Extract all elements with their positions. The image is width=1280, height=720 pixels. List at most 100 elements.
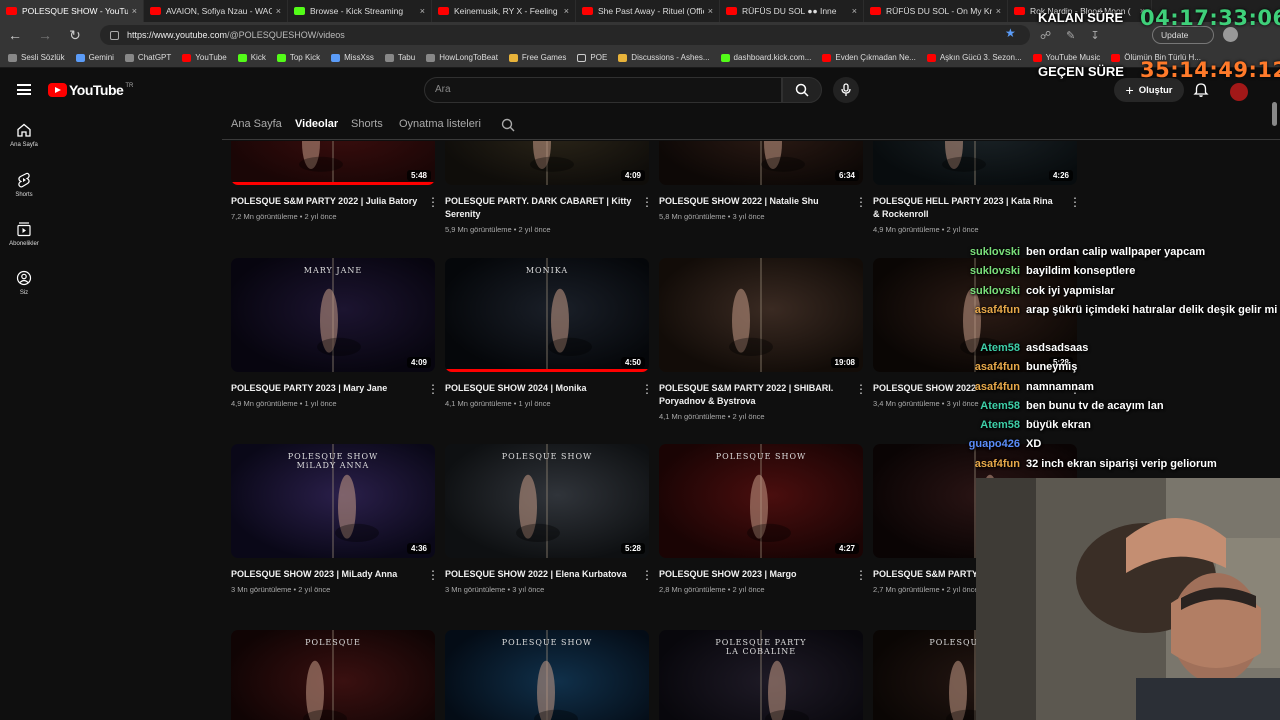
bookmark-item[interactable]: YouTube <box>182 53 227 62</box>
bookmark-favicon-icon <box>926 53 936 62</box>
video-title[interactable]: POLESQUE S&M PARTY 2022 | SHIBARI. Porya… <box>659 382 847 408</box>
video-thumbnail[interactable]: 19:08 <box>659 258 863 372</box>
bookmark-item[interactable]: HowLongToBeat <box>426 53 498 62</box>
video-title[interactable]: POLESQUE SHOW 2024 | Monika <box>445 382 633 395</box>
bookmark-star-icon[interactable]: ★ <box>1005 26 1016 40</box>
video-thumbnail[interactable]: POLESQUE SHOW 5:28 <box>445 444 649 558</box>
bookmark-item[interactable]: Sesli Sözlük <box>8 53 65 62</box>
chat-message: asaf4fun buneymiş <box>960 358 1280 377</box>
bookmark-item[interactable]: Discussions - Ashes... <box>618 53 710 62</box>
youtube-logo[interactable]: YouTube TR <box>48 82 133 98</box>
chat-message: Atem58 ben bunu tv de acayım lan <box>960 397 1280 416</box>
bookmark-item[interactable]: Top Kick <box>276 53 320 62</box>
video-thumbnail[interactable]: MARY JANE 4:09 <box>231 258 435 372</box>
browser-tab[interactable]: Browse - Kick Streaming × <box>288 0 432 22</box>
channel-search-icon[interactable] <box>501 118 515 132</box>
bookmark-favicon-icon <box>822 53 832 62</box>
account-avatar[interactable] <box>1230 83 1248 101</box>
reload-button[interactable]: ↻ <box>60 27 90 44</box>
video-title[interactable]: POLESQUE SHOW 2023 | Margo <box>659 568 847 581</box>
tab-playlists[interactable]: Oynatma listeleri <box>399 118 481 130</box>
search-input[interactable]: Ara <box>424 77 782 103</box>
more-options-icon[interactable]: ⋮ <box>427 383 439 395</box>
bookmark-item[interactable]: Kick <box>237 53 266 62</box>
browser-tab[interactable]: RÜFÜS DU SOL - On My Kne × <box>864 0 1008 22</box>
video-thumbnail[interactable]: POLESQUE <box>231 630 435 720</box>
chat-username: suklovski <box>969 284 1020 297</box>
bookmark-label: Free Games <box>521 53 567 62</box>
video-thumbnail[interactable]: POLESQUE PARTY LA COBALINE <box>659 630 863 720</box>
bookmark-item[interactable]: Evden Çıkmadan Ne... <box>822 53 916 62</box>
kick-icon <box>294 7 305 15</box>
notifications-bell-icon[interactable] <box>1193 82 1209 98</box>
back-button[interactable]: ← <box>0 27 30 43</box>
browser-tab[interactable]: Keinemusik, RY X - Feeling (× <box>432 0 576 22</box>
bookmark-item[interactable]: ChatGPT <box>124 53 171 62</box>
more-options-icon[interactable]: ⋮ <box>427 569 439 581</box>
more-options-icon[interactable]: ⋮ <box>855 196 867 208</box>
video-title[interactable]: POLESQUE SHOW 2022 | Elena Kurbatova <box>445 568 633 581</box>
bookmark-item[interactable]: POE <box>577 53 607 62</box>
video-thumbnail[interactable]: POLESQUE SHOW <box>445 630 649 720</box>
duration-badge: 4:09 <box>406 357 431 368</box>
bookmark-item[interactable]: Aşkın Gücü 3. Sezon... <box>926 53 1022 62</box>
more-options-icon[interactable]: ⋮ <box>641 383 653 395</box>
video-thumbnail[interactable]: POLESQUE SHOW 4:27 <box>659 444 863 558</box>
tab-label: AVAION, Sofiya Nzau - WAC <box>166 6 272 16</box>
elapsed-label: GEÇEN SÜRE <box>1038 64 1124 79</box>
close-tab-icon[interactable]: × <box>708 6 713 16</box>
more-options-icon[interactable]: ⋮ <box>1069 196 1081 208</box>
bookmark-item[interactable]: Free Games <box>508 53 567 62</box>
close-tab-icon[interactable]: × <box>564 6 569 16</box>
video-thumbnail[interactable]: 5:48 <box>231 141 435 185</box>
voice-search-button[interactable] <box>833 77 859 103</box>
remaining-value: 04:17:33:06 <box>1140 6 1280 30</box>
url-input[interactable]: https://www.youtube.com/@POLESQUESHOW/vi… <box>100 25 1030 45</box>
chat-text: namnamnam <box>1026 380 1094 393</box>
more-options-icon[interactable]: ⋮ <box>427 196 439 208</box>
more-options-icon[interactable]: ⋮ <box>641 196 653 208</box>
chat-username: suklovski <box>969 265 1020 278</box>
tab-shorts[interactable]: Shorts <box>351 118 383 130</box>
tab-label: She Past Away - Rituel (Offic <box>598 6 704 16</box>
browser-tab[interactable]: AVAION, Sofiya Nzau - WAC × <box>144 0 288 22</box>
browser-tab[interactable]: RÜFÜS DU SOL ●● Inne × <box>720 0 864 22</box>
video-thumbnail[interactable]: POLESQUE SHOW MiLADY ANNA 4:36 <box>231 444 435 558</box>
more-options-icon[interactable]: ⋮ <box>855 383 867 395</box>
close-tab-icon[interactable]: × <box>852 6 857 16</box>
close-tab-icon[interactable]: × <box>132 6 137 16</box>
site-info-icon[interactable] <box>110 30 119 40</box>
video-title[interactable]: POLESQUE PARTY 2023 | Mary Jane <box>231 382 419 395</box>
menu-icon[interactable] <box>17 84 31 95</box>
tab-label: Browse - Kick Streaming <box>310 6 404 16</box>
close-tab-icon[interactable]: × <box>996 6 1001 16</box>
bookmark-item[interactable]: MissXss <box>331 53 374 62</box>
video-title[interactable]: POLESQUE S&M PARTY 2022 | Julia Batory <box>231 195 419 208</box>
video-title[interactable]: POLESQUE SHOW 2023 | MiLady Anna <box>231 568 419 581</box>
tab-videos[interactable]: Videolar <box>295 118 338 130</box>
search-button[interactable] <box>782 77 822 103</box>
bookmark-item[interactable]: Gemini <box>75 53 114 62</box>
page-scrollbar[interactable] <box>1272 102 1277 126</box>
tab-home[interactable]: Ana Sayfa <box>231 118 282 130</box>
browser-tab[interactable]: She Past Away - Rituel (Offic × <box>576 0 720 22</box>
more-options-icon[interactable]: ⋮ <box>855 569 867 581</box>
video-title[interactable]: POLESQUE PARTY. DARK CABARET | Kitty Ser… <box>445 195 633 221</box>
close-tab-icon[interactable]: × <box>276 6 281 16</box>
video-title[interactable]: POLESQUE SHOW 2022 | Natalie Shu <box>659 195 847 208</box>
more-options-icon[interactable]: ⋮ <box>641 569 653 581</box>
stream-timer-overlay: KALAN SÜRE 04:17:33:06 GEÇEN SÜRE 35:14:… <box>1032 6 1280 84</box>
chat-text: asdsadsaas <box>1026 341 1089 354</box>
chat-username: Atem58 <box>980 419 1020 432</box>
video-thumbnail[interactable]: 6:34 <box>659 141 863 185</box>
bookmark-label: Kick <box>250 53 266 62</box>
video-thumbnail[interactable]: MONIKA 4:50 <box>445 258 649 372</box>
video-thumbnail[interactable]: 4:09 <box>445 141 649 185</box>
video-thumbnail[interactable]: 4:26 <box>873 141 1077 185</box>
bookmark-item[interactable]: dashboard.kick.com... <box>720 53 811 62</box>
bookmark-item[interactable]: Tabu <box>384 53 415 62</box>
forward-button[interactable]: → <box>30 27 60 43</box>
close-tab-icon[interactable]: × <box>420 6 425 16</box>
video-title[interactable]: POLESQUE HELL PARTY 2023 | Kata Rina & R… <box>873 195 1061 221</box>
browser-tab[interactable]: POLESQUE SHOW - YouTube × <box>0 0 144 22</box>
